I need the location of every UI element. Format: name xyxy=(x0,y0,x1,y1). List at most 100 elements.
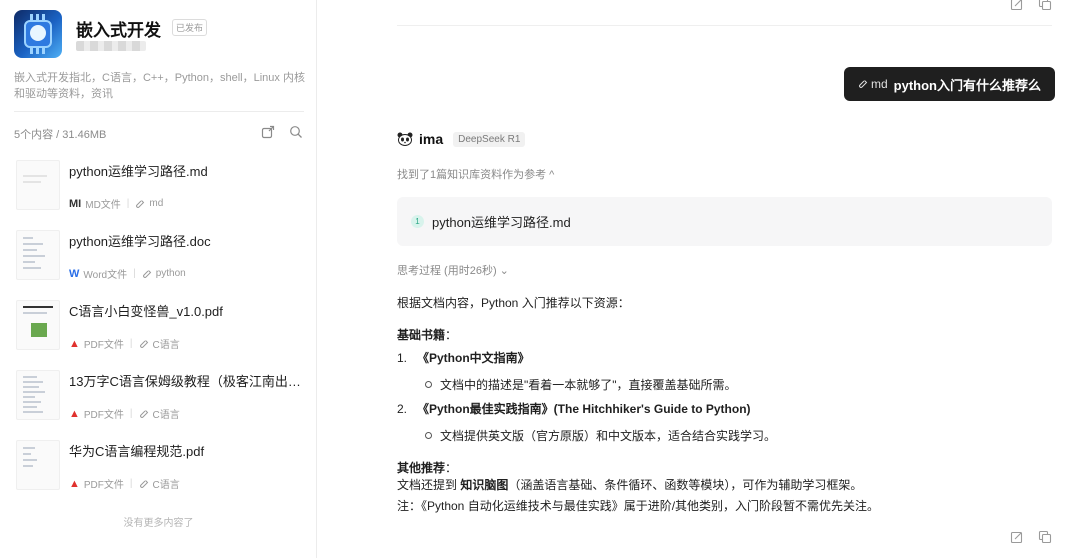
bullet-icon xyxy=(425,432,432,440)
kb-logo xyxy=(14,10,62,58)
file-tag: md xyxy=(149,198,164,209)
tag-icon xyxy=(136,199,145,208)
kb-stats: 5个内容 / 31.46MB xyxy=(14,129,107,141)
tag-icon xyxy=(859,80,868,88)
file-tag: python xyxy=(155,268,186,279)
meta-separator: | xyxy=(129,338,133,349)
file-item[interactable]: python运维学习路径.md MI MD文件 | md xyxy=(14,158,306,228)
reference-name: python运维学习路径.md xyxy=(432,215,571,230)
share-icon[interactable] xyxy=(1010,0,1024,11)
file-item[interactable]: python运维学习路径.doc W Word文件 | python xyxy=(14,228,306,298)
file-name: 13万字C语言保姆级教程（极客江南出品... xyxy=(69,374,305,389)
chat-panel: md python入门有什么推荐么 ima DeepSeek R1 找到了1篇知… xyxy=(317,0,1080,558)
book-description: 文档中的描述是"看着一本就够了"，直接覆盖基础所需。 xyxy=(440,378,737,392)
list-item: 1. 《Python中文指南》 xyxy=(397,349,530,366)
file-type-label: Word文件 xyxy=(83,270,128,281)
kb-title: 嵌入式开发 xyxy=(76,21,161,40)
file-name: 华为C语言编程规范.pdf xyxy=(69,444,205,459)
highlighted-term: 知识脑图 xyxy=(460,478,509,492)
pdf-icon: ▲ xyxy=(69,337,80,350)
file-meta: ▲ PDF文件 | C语言 xyxy=(69,476,180,492)
knowledge-base-sidebar: 嵌入式开发 已发布 嵌入式开发指北，C语言，C++，Python，shell，L… xyxy=(0,0,317,558)
file-tag: C语言 xyxy=(152,480,180,491)
file-thumbnail xyxy=(16,300,60,350)
word-icon: W xyxy=(69,267,80,280)
kb-description: 嵌入式开发指北，C语言，C++，Python，shell，Linux 内核和驱动… xyxy=(14,72,305,100)
meta-separator: | xyxy=(126,198,130,209)
markdown-icon: MI xyxy=(69,197,82,210)
section-heading: 其他推荐： xyxy=(397,459,457,476)
answer-intro: 根据文档内容，Python 入门推荐以下资源： xyxy=(397,296,630,310)
divider xyxy=(397,25,1052,26)
file-meta: MI MD文件 | md xyxy=(69,196,164,212)
file-thumbnail xyxy=(16,440,60,490)
panda-avatar-icon xyxy=(397,132,413,146)
file-tag: C语言 xyxy=(152,410,180,421)
sub-list-item: 文档提供英文版（官方原版）和中文版本，适合结合实践学习。 xyxy=(425,427,776,444)
file-meta: ▲ PDF文件 | C语言 xyxy=(69,336,180,352)
assistant-header: ima DeepSeek R1 xyxy=(397,130,1052,148)
section-heading: 基础书籍： xyxy=(397,326,457,343)
bullet-icon xyxy=(425,381,432,389)
reference-card[interactable]: 1 python运维学习路径.md xyxy=(397,197,1052,246)
top-actions xyxy=(1010,0,1052,11)
kb-author-redacted xyxy=(76,41,146,51)
thinking-toggle[interactable]: 思考过程 (用时26秒) ⌄ xyxy=(397,262,509,278)
book-description: 文档提供英文版（官方原版）和中文版本，适合结合实践学习。 xyxy=(440,429,777,443)
meta-separator: | xyxy=(129,478,133,489)
section-colon: ： xyxy=(445,328,458,342)
divider xyxy=(14,111,304,112)
meta-separator: | xyxy=(133,268,136,279)
file-item[interactable]: C语言小白变怪兽_v1.0.pdf ▲ PDF文件 | C语言 xyxy=(14,298,306,368)
answer-actions xyxy=(1010,530,1052,544)
file-type-label: PDF文件 xyxy=(83,480,124,491)
answer-note: 注：《Python 自动化运维技术与最佳实践》属于进阶/其他类别，入门阶段暂不需… xyxy=(397,499,880,513)
file-meta: ▲ PDF文件 | C语言 xyxy=(69,406,180,422)
kb-status-badge: 已发布 xyxy=(172,19,208,36)
file-meta: W Word文件 | python xyxy=(69,266,186,282)
file-type-label: MD文件 xyxy=(85,200,121,211)
copy-icon[interactable] xyxy=(1038,530,1052,544)
user-question: python入门有什么推荐么 xyxy=(893,77,1041,93)
file-tag: C语言 xyxy=(152,340,180,351)
section-title: 其他推荐 xyxy=(397,461,446,475)
file-type-label: PDF文件 xyxy=(83,410,124,421)
book-title: 《Python最佳实践指南》(The Hitchhiker's Guide to… xyxy=(417,402,751,416)
file-item[interactable]: 华为C语言编程规范.pdf ▲ PDF文件 | C语言 xyxy=(14,438,306,508)
file-name: python运维学习路径.doc xyxy=(69,234,211,249)
tag-icon xyxy=(139,409,148,418)
no-more-content: 没有更多内容了 xyxy=(123,518,194,529)
text-prefix: 文档还提到 xyxy=(397,478,461,492)
kb-header: 嵌入式开发 已发布 xyxy=(14,10,304,62)
copy-icon[interactable] xyxy=(1038,0,1052,11)
references-toggle[interactable]: 找到了1篇知识库资料作为参考 ^ xyxy=(397,166,554,182)
reference-number: 1 xyxy=(411,215,424,228)
meta-separator: | xyxy=(129,408,133,419)
section-title: 基础书籍 xyxy=(397,328,446,342)
user-message-bubble: md python入门有什么推荐么 xyxy=(844,67,1055,101)
list-item: 2. 《Python最佳实践指南》(The Hitchhiker's Guide … xyxy=(397,400,751,417)
sub-list-item: 文档中的描述是"看着一本就够了"，直接覆盖基础所需。 xyxy=(425,376,737,393)
attachment-ref-label: md xyxy=(871,77,888,91)
search-icon[interactable] xyxy=(289,125,303,139)
list-number: 2. xyxy=(397,402,408,416)
file-thumbnail xyxy=(16,370,60,420)
tag-icon xyxy=(139,339,148,348)
pdf-icon: ▲ xyxy=(69,407,80,420)
file-item[interactable]: 13万字C语言保姆级教程（极客江南出品... ▲ PDF文件 | C语言 xyxy=(14,368,306,438)
book-title: 《Python中文指南》 xyxy=(417,351,530,365)
upload-icon[interactable] xyxy=(261,125,275,139)
share-icon[interactable] xyxy=(1010,530,1024,544)
list-number: 1. xyxy=(397,351,408,365)
tag-icon xyxy=(139,479,148,488)
text-rest: （涵盖语言基础、条件循环、函数等模块），可作为辅助学习框架。 xyxy=(508,478,863,492)
other-recommendation: 文档还提到 知识脑图（涵盖语言基础、条件循环、函数等模块），可作为辅助学习框架。 xyxy=(397,476,862,493)
section-colon: ： xyxy=(445,461,458,475)
attachment-ref: md xyxy=(858,77,888,91)
model-badge: DeepSeek R1 xyxy=(453,131,526,147)
file-name: python运维学习路径.md xyxy=(69,164,208,179)
file-name: C语言小白变怪兽_v1.0.pdf xyxy=(69,304,223,319)
file-thumbnail xyxy=(16,230,60,280)
assistant-name: ima xyxy=(419,131,444,147)
file-type-label: PDF文件 xyxy=(83,340,124,351)
